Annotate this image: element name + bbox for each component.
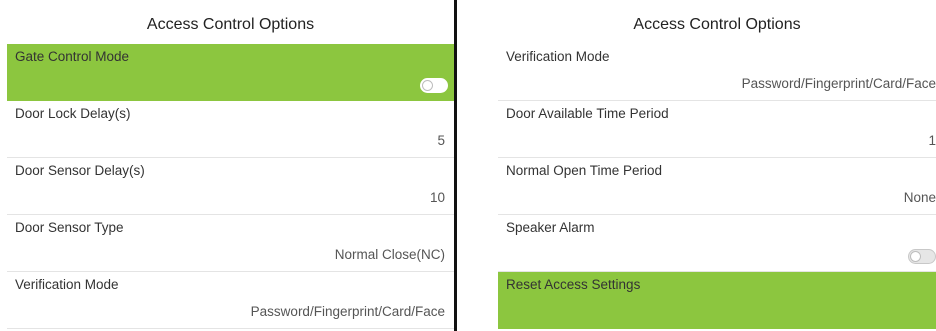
row-label: Gate Control Mode — [15, 49, 130, 64]
door-available-time-period-row[interactable]: Door Available Time Period 1 — [498, 101, 936, 158]
speaker-alarm-row[interactable]: Speaker Alarm — [498, 215, 936, 272]
gate-control-mode-toggle[interactable] — [420, 78, 448, 93]
panel-title: Access Control Options — [146, 16, 315, 33]
speaker-alarm-toggle[interactable] — [908, 249, 936, 264]
row-label: Reset Access Settings — [506, 277, 641, 292]
toggle-knob — [422, 80, 433, 91]
row-label: Verification Mode — [15, 277, 119, 292]
door-lock-delay-row[interactable]: Door Lock Delay(s) 5 — [7, 101, 454, 158]
right-settings-panel: Access Control Options Verification Mode… — [498, 0, 936, 331]
door-sensor-type-row[interactable]: Door Sensor Type Normal Close(NC) — [7, 215, 454, 272]
row-label: Door Sensor Type — [15, 220, 124, 235]
row-value: Normal Close(NC) — [334, 247, 445, 262]
row-value: None — [903, 190, 936, 205]
row-label: Door Lock Delay(s) — [15, 106, 131, 121]
row-value: 5 — [437, 133, 445, 148]
row-label: Normal Open Time Period — [506, 163, 663, 178]
verification-mode-row[interactable]: Verification Mode Password/Fingerprint/C… — [7, 272, 454, 329]
row-label: Verification Mode — [506, 49, 610, 64]
left-settings-panel: Access Control Options Gate Control Mode… — [7, 0, 457, 331]
toggle-knob — [910, 251, 921, 262]
row-value: Password/Fingerprint/Card/Face — [741, 76, 936, 91]
reset-access-settings-row[interactable]: Reset Access Settings — [498, 272, 936, 329]
door-sensor-delay-row[interactable]: Door Sensor Delay(s) 10 — [7, 158, 454, 215]
panel-title: Access Control Options — [633, 16, 801, 33]
row-label: Door Available Time Period — [506, 106, 669, 121]
row-value: Password/Fingerprint/Card/Face — [250, 304, 445, 319]
row-label: Door Sensor Delay(s) — [15, 163, 145, 178]
gate-control-mode-row[interactable]: Gate Control Mode — [7, 44, 454, 101]
verification-mode-row[interactable]: Verification Mode Password/Fingerprint/C… — [498, 44, 936, 101]
row-value: 10 — [429, 190, 445, 205]
normal-open-time-period-row[interactable]: Normal Open Time Period None — [498, 158, 936, 215]
row-value: 1 — [928, 133, 936, 148]
row-label: Speaker Alarm — [506, 220, 595, 235]
